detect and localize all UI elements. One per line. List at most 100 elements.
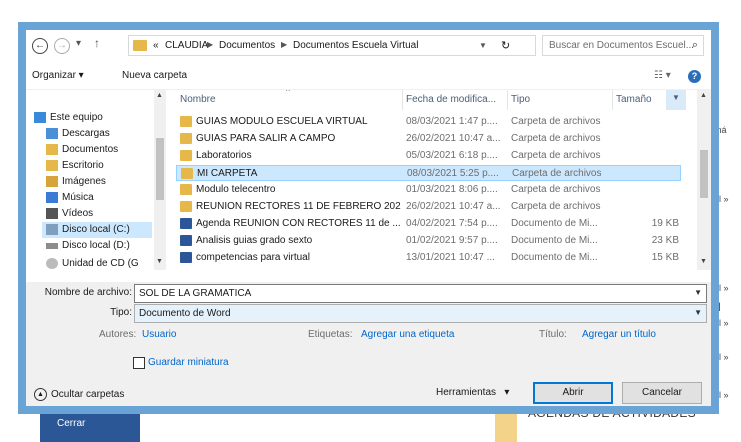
breadcrumb-claudia[interactable]: CLAUDIA	[165, 40, 208, 51]
new-folder-button[interactable]: Nueva carpeta	[122, 70, 187, 81]
breadcrumb-escuela-virtual[interactable]: Documentos Escuela Virtual	[293, 40, 418, 51]
nav-item-label: Escritorio	[62, 160, 104, 171]
file-size: 19 KB	[651, 218, 679, 229]
file-list-scroll-thumb[interactable]	[700, 150, 708, 198]
file-row[interactable]: GUIAS MODULO ESCUELA VIRTUAL 08/03/2021 1…	[176, 114, 681, 130]
file-date: 26/02/2021 10:47 a...	[406, 201, 501, 212]
chevron-down-icon[interactable]: ▼	[694, 308, 702, 317]
download-folder-icon	[46, 128, 58, 139]
scroll-up-icon[interactable]: ▲	[156, 92, 163, 99]
thumbnail-label[interactable]: Guardar miniatura	[148, 357, 229, 368]
search-input[interactable]: Buscar en Documentos Escuel... ⌕	[542, 35, 704, 56]
file-name: Agenda REUNION CON RECTORES 11 de ...	[196, 218, 401, 229]
scroll-down-icon[interactable]: ▼	[156, 258, 163, 265]
recent-locations-dropdown[interactable]: ▾	[76, 38, 81, 49]
open-button[interactable]: Abrir	[533, 382, 613, 404]
nav-scrollbar[interactable]: ▲ ▼	[154, 90, 166, 270]
tools-menu[interactable]: Herramientas ▾	[436, 387, 509, 398]
search-icon: ⌕	[691, 39, 698, 51]
file-type: Carpeta de archivos	[511, 116, 601, 127]
desktop-folder-icon	[46, 160, 58, 171]
type-label: Tipo:	[110, 307, 132, 318]
folder-icon	[181, 168, 193, 179]
file-type: Documento de Mi...	[511, 235, 598, 246]
hide-folders-button[interactable]: ▲ Ocultar carpetas	[34, 388, 124, 401]
file-name: GUIAS PARA SALIR A CAMPO	[196, 133, 336, 144]
file-row[interactable]: REUNION RECTORES 11 DE FEBRERO 2021 26/02…	[176, 199, 681, 215]
chevron-down-icon: ▾	[504, 387, 510, 398]
nav-scroll-thumb[interactable]	[156, 138, 164, 200]
file-row[interactable]: Agenda REUNION CON RECTORES 11 de ... 04/…	[176, 216, 681, 232]
file-date: 13/01/2021 10:47 ...	[406, 252, 495, 263]
add-tag-link[interactable]: Agregar una etiqueta	[361, 329, 454, 340]
filename-field[interactable]: SOL DE LA GRAMATICA ▼	[134, 284, 707, 303]
chevron-right-icon[interactable]: ▶	[281, 40, 287, 49]
scroll-up-icon[interactable]: ▲	[700, 92, 707, 99]
authors-link[interactable]: Usuario	[142, 329, 176, 340]
chevron-up-icon: ▲	[34, 388, 47, 401]
column-size[interactable]: Tamaño	[616, 94, 652, 105]
folder-icon	[495, 412, 517, 442]
scroll-down-icon[interactable]: ▼	[700, 258, 707, 265]
file-list: Nombre ^ Fecha de modifica... Tipo Tamañ…	[176, 90, 711, 270]
folder-icon	[180, 116, 192, 127]
file-date: 08/03/2021 5:25 p....	[407, 168, 499, 179]
computer-icon	[34, 112, 46, 123]
folder-icon	[180, 201, 192, 212]
nav-item-label: Disco local (D:)	[62, 240, 130, 251]
help-icon[interactable]: ?	[688, 70, 701, 83]
file-row[interactable]: MI CARPETA 08/03/2021 5:25 p.... Carpeta d…	[176, 165, 681, 181]
nav-item-label: Música	[62, 192, 94, 203]
file-row[interactable]: Modulo telecentro 01/03/2021 8:06 p.... Ca…	[176, 182, 681, 198]
dialog-body: ← → ▾ ↑ « CLAUDIA ▶ Documentos ▶ Documen…	[26, 30, 711, 406]
file-type: Carpeta de archivos	[511, 133, 601, 144]
file-type: Carpeta de archivos	[511, 150, 601, 161]
close-button[interactable]: Cerrar	[40, 414, 140, 442]
chevron-down-icon[interactable]: ▼	[479, 41, 487, 50]
file-list-scrollbar[interactable]: ▲ ▼	[697, 90, 711, 270]
column-type[interactable]: Tipo	[511, 94, 530, 105]
add-title-link[interactable]: Agregar un título	[582, 329, 656, 340]
nav-item-label: Disco local (C:)	[62, 224, 130, 235]
file-date: 01/02/2021 9:57 p....	[406, 235, 498, 246]
breadcrumb[interactable]: « CLAUDIA ▶ Documentos ▶ Documentos Escu…	[128, 35, 536, 56]
size-filter-dropdown[interactable]: ▼	[666, 90, 686, 110]
file-type: Carpeta de archivos	[511, 184, 601, 195]
file-date: 01/03/2021 8:06 p....	[406, 184, 498, 195]
back-button[interactable]: ←	[32, 38, 48, 54]
chevron-down-icon: ▼	[672, 93, 680, 102]
breadcrumb-prefix[interactable]: «	[153, 40, 159, 51]
forward-button[interactable]: →	[54, 38, 70, 54]
cancel-button[interactable]: Cancelar	[622, 382, 702, 404]
up-button[interactable]: ↑	[94, 36, 100, 50]
nav-item-disco-c[interactable]: Disco local (C:)	[42, 222, 152, 238]
column-separator[interactable]	[507, 90, 508, 110]
authors-label: Autores:	[99, 329, 137, 340]
refresh-icon[interactable]: ↻	[501, 39, 510, 52]
file-row[interactable]: competencias para virtual 13/01/2021 10:4…	[176, 250, 681, 266]
file-row[interactable]: GUIAS PARA SALIR A CAMPO 26/02/2021 10:47…	[176, 131, 681, 147]
title-label: Título:	[539, 329, 567, 340]
file-size: 15 KB	[651, 252, 679, 263]
chevron-down-icon[interactable]: ▼	[694, 288, 702, 297]
file-type-select[interactable]: Documento de Word ▼	[134, 304, 707, 323]
column-date[interactable]: Fecha de modifica...	[406, 94, 496, 105]
word-document-icon	[180, 218, 192, 229]
thumbnail-checkbox[interactable]	[133, 357, 145, 369]
organize-menu[interactable]: Organizar ▾	[32, 70, 84, 81]
file-type: Documento de Mi...	[511, 218, 598, 229]
column-separator[interactable]	[402, 90, 403, 110]
column-name[interactable]: Nombre	[180, 94, 216, 105]
file-row[interactable]: Analisis guias grado sexto 01/02/2021 9:5…	[176, 233, 681, 249]
music-folder-icon	[46, 192, 58, 203]
file-row[interactable]: Laboratorios 05/03/2021 6:18 p.... Carpeta…	[176, 148, 681, 164]
column-separator[interactable]	[612, 90, 613, 110]
nav-item-label: Unidad de CD (G	[62, 258, 139, 269]
tags-label: Etiquetas:	[308, 329, 353, 340]
breadcrumb-documentos[interactable]: Documentos	[219, 40, 275, 51]
folder-icon	[133, 40, 147, 51]
view-options-icon[interactable]: ☷ ▾	[654, 70, 671, 81]
file-type: Carpeta de archivos	[512, 168, 602, 179]
chevron-right-icon[interactable]: ▶	[207, 40, 213, 49]
file-name: Analisis guias grado sexto	[196, 235, 313, 246]
